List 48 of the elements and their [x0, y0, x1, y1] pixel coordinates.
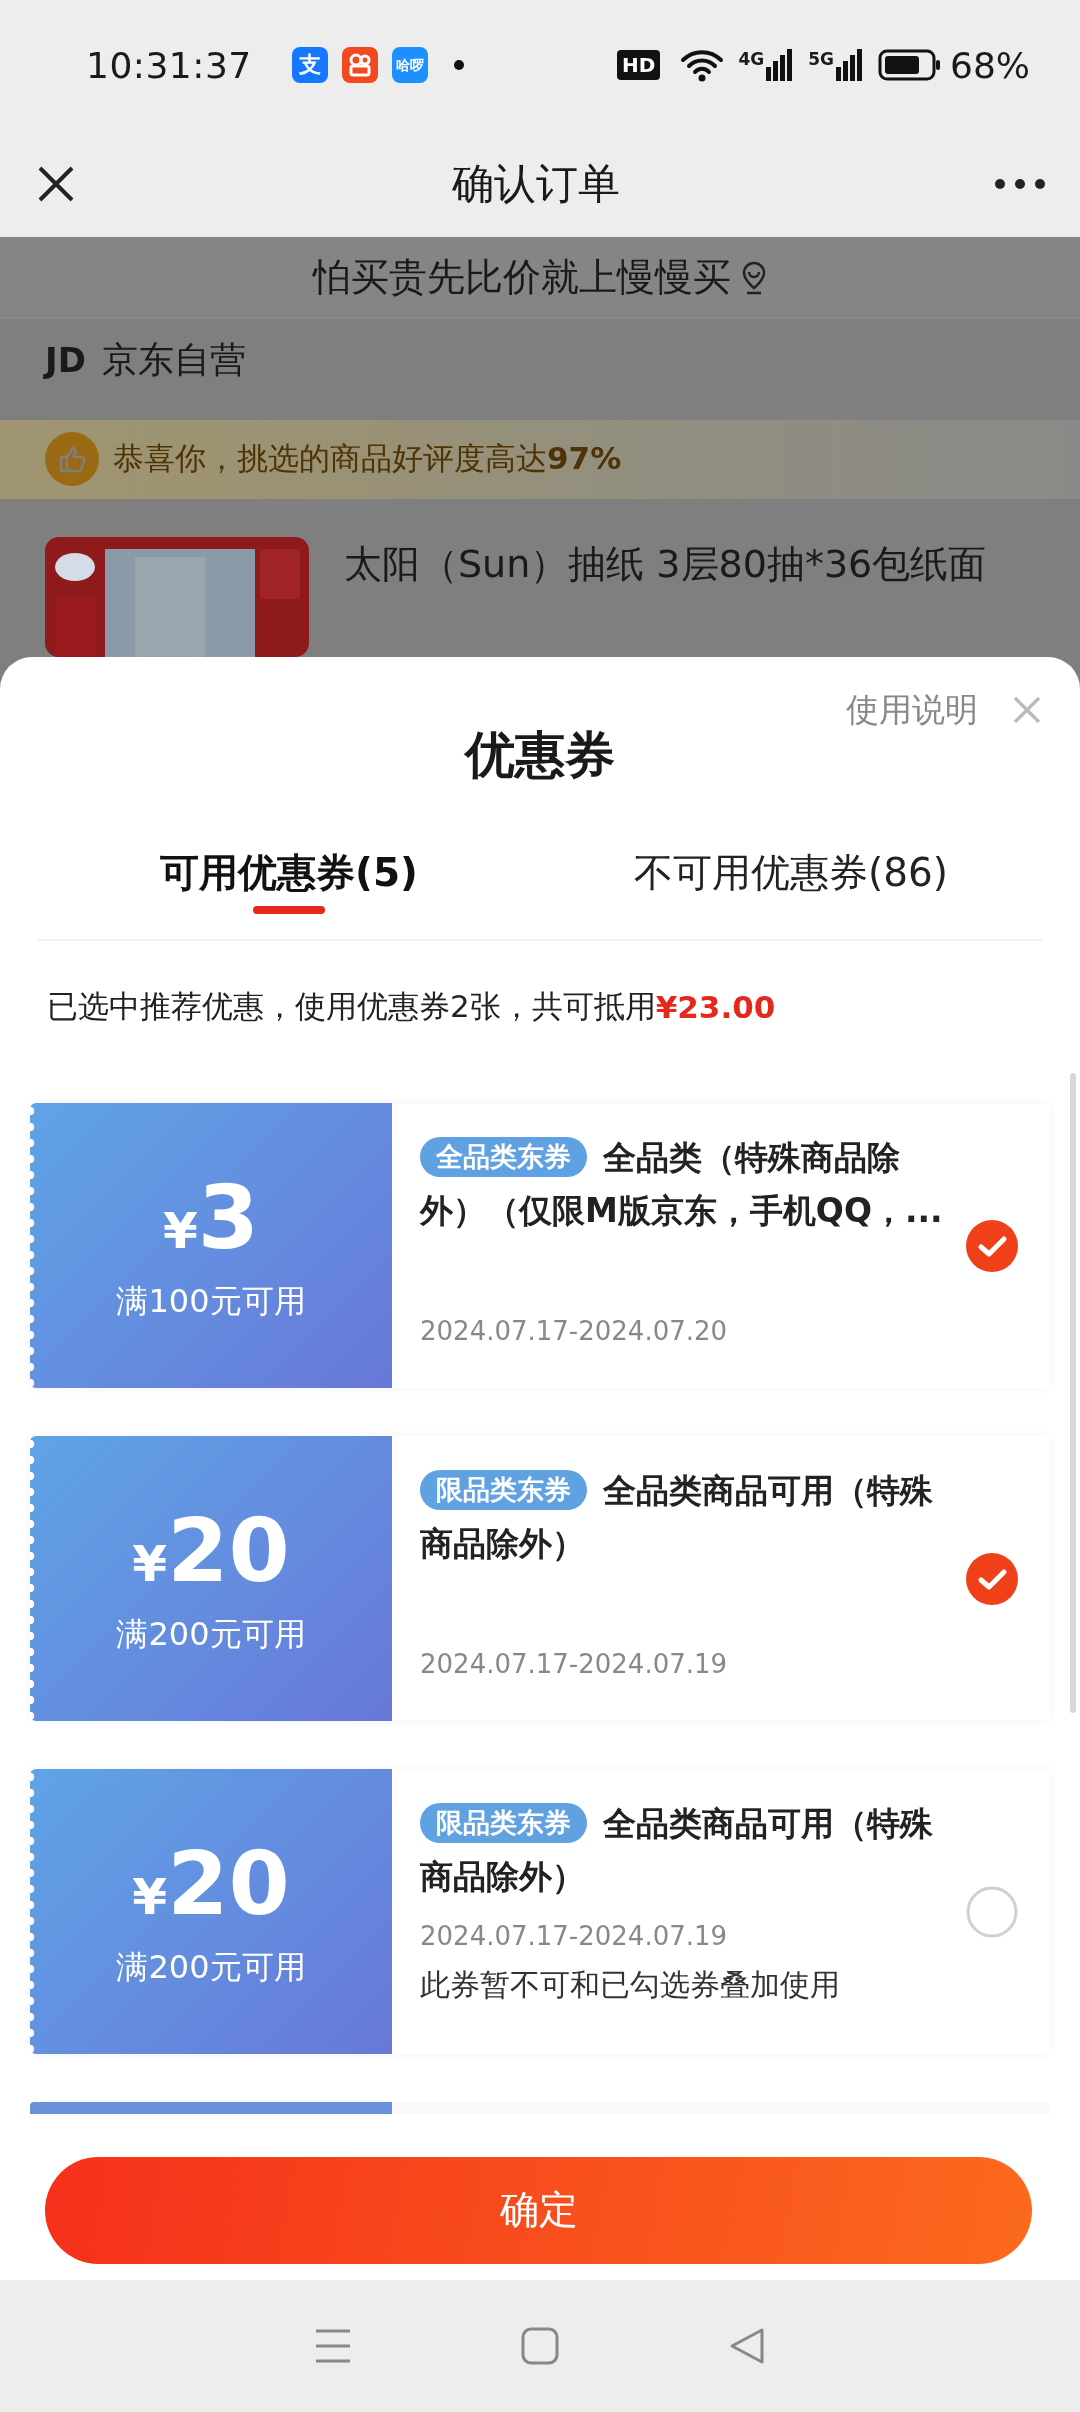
thumbs-up-icon [45, 432, 99, 487]
coupon-threshold: 满100元可用 [116, 1280, 306, 1322]
summary-text: 已选中推荐优惠，使用优惠券2张，共可抵用¥23.00 [46, 987, 777, 1027]
currency-sign: ¥ [132, 1867, 168, 1926]
hd-badge: HD [617, 50, 661, 80]
menu-icon[interactable] [314, 2327, 353, 2365]
shop-logo: JD [45, 340, 86, 381]
coupon-description: 限品类东券 全品类商品可用（特殊商品除外） [420, 1802, 934, 1898]
coupon-note: 此券暂不可和已勾选券叠加使用 [420, 1966, 841, 2004]
checkmark-icon[interactable] [966, 1552, 1018, 1605]
currency-sign: ¥ [132, 1534, 168, 1593]
tab[interactable]: 不可用优惠券(86) [540, 821, 1042, 939]
validity-date: 2024.07.17-2024.07.20 [420, 1316, 729, 1346]
signal-icon [766, 49, 793, 81]
validity-date: 2024.07.17-2024.07.19 [420, 1921, 729, 1951]
battery-icon [878, 49, 942, 81]
network-label: 4G [738, 49, 765, 69]
tab[interactable]: 可用优惠券(5) [38, 821, 540, 939]
radio-button[interactable] [966, 1885, 1018, 1938]
page-title: 确认订单 [452, 157, 620, 210]
coupon-amount: 3 [197, 1167, 259, 1268]
battery-percent: 68% [950, 44, 1030, 86]
wifi-icon [680, 48, 725, 82]
more-icon[interactable] [994, 176, 1046, 191]
shop-name: 京东自营 [101, 337, 246, 382]
network-label: 5G [808, 49, 834, 69]
sheet-title: 优惠券 [465, 725, 615, 786]
notice-text: 恭喜你，挑选的商品好评度高达97% [113, 439, 622, 479]
validity-date: 2024.07.17-2024.07.19 [420, 1649, 729, 1679]
notification-dot-icon [453, 60, 464, 70]
coupon-description: 限品类东券 全品类商品可用（特殊商品除外） [420, 1469, 934, 1565]
coupon-amount: 20 [167, 1833, 290, 1934]
checkmark-icon[interactable] [966, 1219, 1018, 1272]
coupon-description: 全品类东券 全品类（特殊商品除外）（仅限M版京东，手机QQ，... [420, 1136, 944, 1232]
coupon-threshold: 满200元可用 [116, 1946, 306, 1988]
coupon-threshold: 满200元可用 [116, 1613, 306, 1655]
product-title: 太阳（Sun）抽纸 3层80抽*36包纸面 [344, 541, 987, 588]
coupon-amount: 20 [167, 1500, 290, 1601]
location-pin-icon [741, 260, 767, 295]
app-icon: 支 [291, 47, 328, 83]
app-icon: 哈啰 [391, 47, 428, 83]
banner-text: 怕买贵先比价就上慢慢买 [313, 254, 731, 301]
signal-icon [836, 49, 862, 81]
home-icon[interactable] [521, 2327, 559, 2365]
back-icon[interactable] [727, 2327, 766, 2365]
clock: 10:31:37 [86, 44, 252, 86]
help-link[interactable]: 使用说明 [846, 687, 978, 733]
currency-sign: ¥ [163, 1201, 198, 1260]
